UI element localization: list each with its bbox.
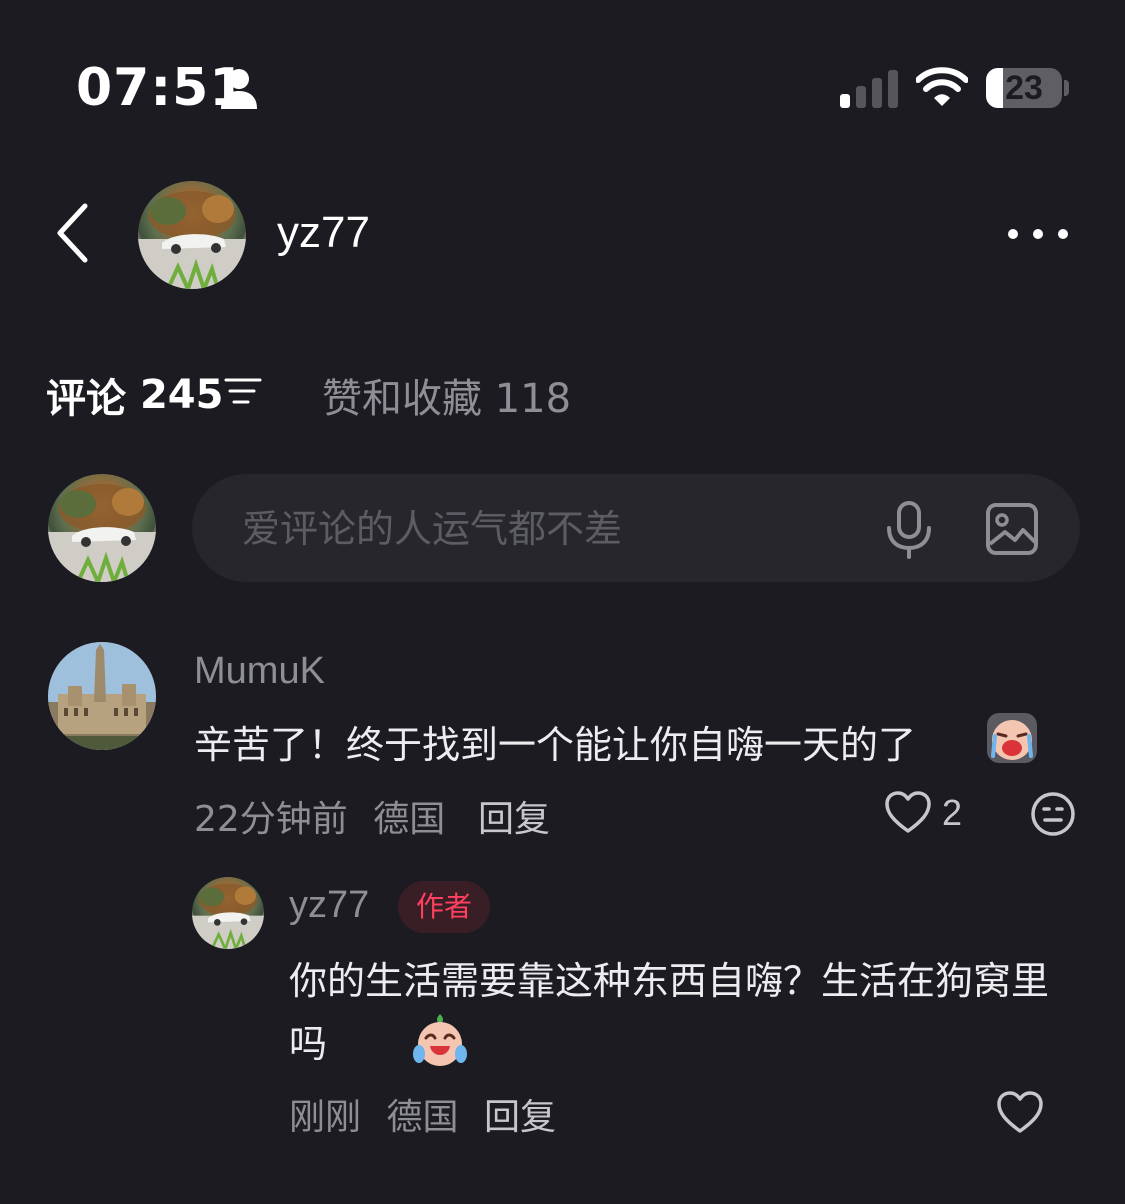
tab-comments[interactable]: 评论 245 — [46, 366, 223, 424]
tab-comments-count: 245 — [139, 372, 224, 418]
author-badge: 作者 — [398, 881, 490, 933]
battery-cap — [1064, 80, 1069, 96]
reply-to-reply-button[interactable]: 回复 — [484, 1088, 556, 1140]
comment-author[interactable]: MumuK — [194, 650, 325, 693]
reply-text: 你的生活需要靠这种东西自嗨？生活在狗窝里吗 — [289, 959, 1050, 1066]
tab-comments-label: 评论 — [46, 376, 126, 422]
crying-emoji-icon — [987, 713, 1037, 763]
like-count: 2 — [942, 792, 963, 833]
heart-icon[interactable] — [996, 1090, 1044, 1134]
comment-location: 德国 — [373, 799, 446, 840]
reply-button[interactable]: 回复 — [478, 790, 550, 842]
comment-meta: 22分钟前 德国 — [194, 790, 459, 842]
reply-time: 刚刚 — [289, 1097, 362, 1138]
reply-location: 德国 — [386, 1097, 459, 1138]
reply-meta: 刚刚 德国 — [289, 1088, 472, 1140]
comment-text: 辛苦了！终于找到一个能让你自嗨一天的了 — [194, 723, 917, 767]
reply-author-avatar[interactable] — [192, 877, 264, 949]
wifi-icon — [916, 67, 968, 106]
mic-icon[interactable] — [884, 500, 934, 560]
signal-icon — [840, 70, 898, 108]
emoji-icon[interactable] — [1030, 791, 1076, 837]
profile-username[interactable]: yz77 — [277, 208, 370, 258]
profile-avatar[interactable] — [138, 181, 246, 289]
commenter-avatar[interactable] — [48, 642, 156, 750]
person-icon — [221, 69, 257, 109]
comment-input[interactable] — [240, 498, 864, 560]
filter-icon[interactable] — [224, 376, 262, 406]
laughing-tears-emoji-icon — [413, 1014, 467, 1066]
my-avatar — [48, 474, 156, 582]
image-icon[interactable] — [985, 502, 1039, 556]
tab-likes-favorites[interactable]: 赞和收藏 118 — [322, 366, 571, 424]
comment-input-box[interactable] — [192, 474, 1080, 582]
heart-icon[interactable] — [884, 790, 932, 834]
more-icon[interactable] — [1004, 224, 1072, 244]
battery-indicator: 23 — [986, 68, 1062, 108]
battery-level: 23 — [1005, 69, 1043, 107]
reply-author[interactable]: yz77 — [289, 884, 369, 927]
back-icon[interactable] — [52, 200, 92, 266]
comment-time: 22分钟前 — [194, 799, 348, 840]
